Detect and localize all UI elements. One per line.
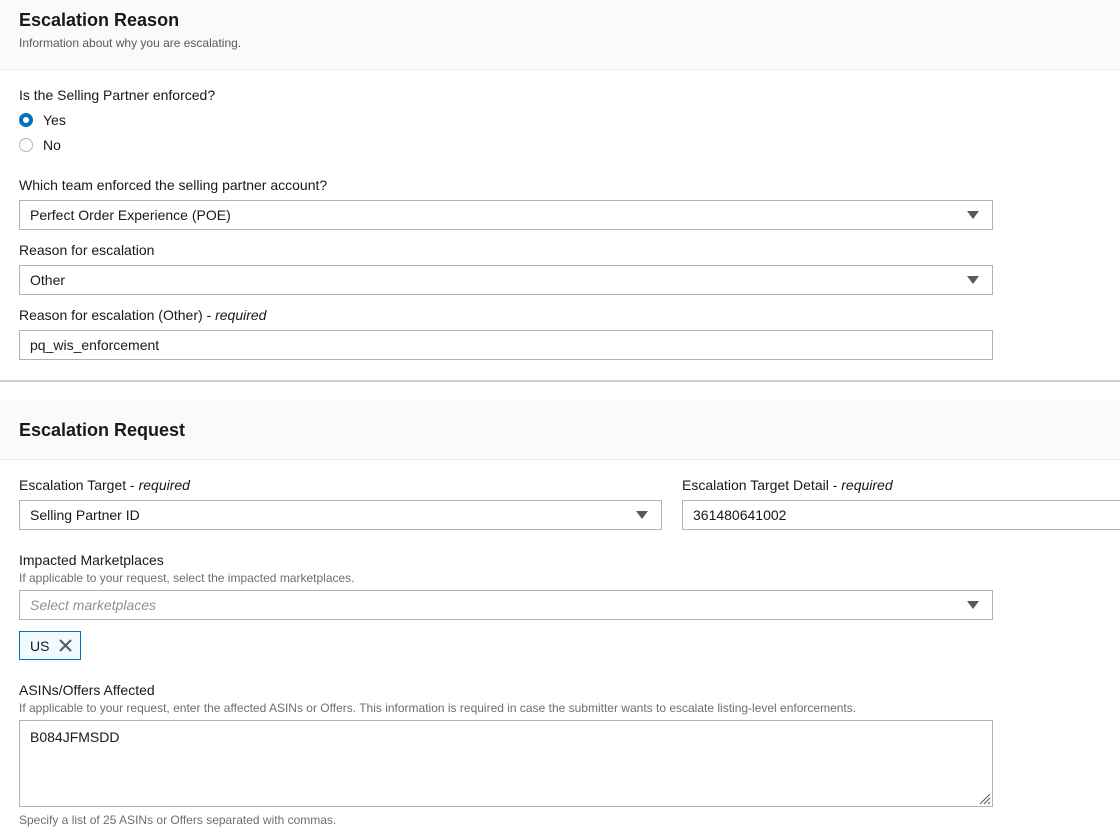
close-icon[interactable] xyxy=(58,638,73,653)
marketplace-token-us: US xyxy=(19,631,81,660)
required-marker: required xyxy=(215,307,267,323)
escalation-reason-description: Information about why you are escalating… xyxy=(19,36,242,50)
asins-constraint-text: Specify a list of 25 ASINs or Offers sep… xyxy=(19,813,337,827)
enforced-question-label: Is the Selling Partner enforced? xyxy=(19,87,216,103)
dropdown-caret-icon xyxy=(967,276,979,284)
escalation-request-title: Escalation Request xyxy=(19,420,186,440)
team-select-value: Perfect Order Experience (POE) xyxy=(30,207,231,223)
reason-other-label: Reason for escalation (Other) - required xyxy=(19,307,266,323)
dropdown-caret-icon xyxy=(967,601,979,609)
target-select[interactable]: Selling Partner ID xyxy=(19,500,662,530)
required-marker: required xyxy=(138,477,190,493)
escalation-reason-header: Escalation Reason Information about why … xyxy=(0,0,1120,70)
marketplaces-hint: If applicable to your request, select th… xyxy=(19,571,355,585)
reason-select[interactable]: Other xyxy=(19,265,993,295)
dropdown-caret-icon xyxy=(636,511,648,519)
target-detail-label: Escalation Target Detail - required xyxy=(682,477,893,493)
asins-hint: If applicable to your request, enter the… xyxy=(19,701,857,715)
reason-other-input-value: pq_wis_enforcement xyxy=(30,337,160,353)
marketplaces-label: Impacted Marketplaces xyxy=(19,552,164,568)
resize-handle-icon[interactable] xyxy=(979,793,991,805)
radio-yes-label: Yes xyxy=(43,112,66,128)
radio-no-label: No xyxy=(43,137,61,153)
target-detail-label-text: Escalation Target Detail - xyxy=(682,477,842,493)
asins-textarea-value: B084JFMSDD xyxy=(30,729,120,745)
target-label: Escalation Target - required xyxy=(19,477,190,493)
team-select[interactable]: Perfect Order Experience (POE) xyxy=(19,200,993,230)
section-divider xyxy=(0,380,1120,382)
marketplaces-multiselect[interactable]: Select marketplaces xyxy=(19,590,993,620)
escalation-request-header: Escalation Request xyxy=(0,401,1120,460)
team-label: Which team enforced the selling partner … xyxy=(19,177,328,193)
target-detail-input[interactable]: 361480641002 xyxy=(682,500,1120,530)
reason-other-input[interactable]: pq_wis_enforcement xyxy=(19,330,993,360)
reason-label: Reason for escalation xyxy=(19,242,155,258)
target-detail-input-value: 361480641002 xyxy=(693,507,787,523)
marketplaces-placeholder: Select marketplaces xyxy=(30,597,157,613)
radio-yes-button[interactable] xyxy=(19,113,33,127)
radio-no-button[interactable] xyxy=(19,138,33,152)
asins-label: ASINs/Offers Affected xyxy=(19,682,155,698)
radio-option-no[interactable]: No xyxy=(19,135,61,155)
asins-textarea[interactable]: B084JFMSDD xyxy=(19,720,993,807)
reason-other-label-text: Reason for escalation (Other) - xyxy=(19,307,216,323)
required-marker: required xyxy=(841,477,893,493)
target-select-value: Selling Partner ID xyxy=(30,507,140,523)
dropdown-caret-icon xyxy=(967,211,979,219)
marketplace-token-label: US xyxy=(30,637,50,654)
target-label-text: Escalation Target - xyxy=(19,477,139,493)
reason-select-value: Other xyxy=(30,272,66,288)
radio-option-yes[interactable]: Yes xyxy=(19,110,66,130)
escalation-reason-title: Escalation Reason xyxy=(19,10,180,30)
